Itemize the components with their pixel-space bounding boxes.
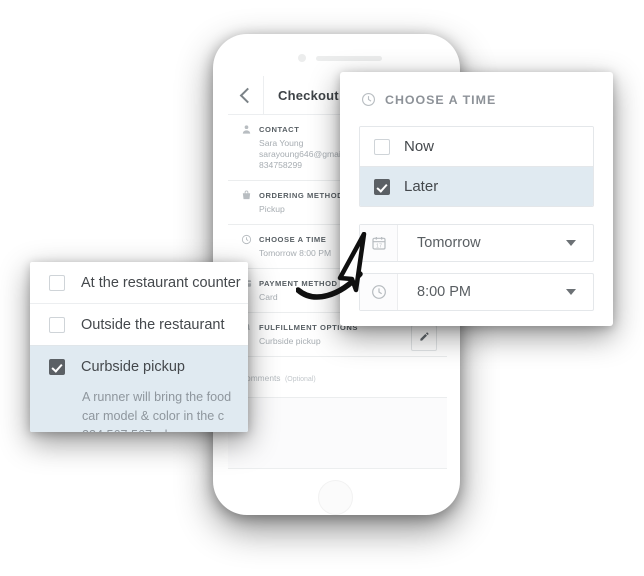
chevron-left-icon: [239, 87, 255, 103]
chevron-down-icon[interactable]: [566, 240, 576, 246]
fulfillment-option-label: Outside the restaurant: [81, 316, 225, 333]
date-select[interactable]: 17 Tomorrow: [359, 224, 594, 262]
time-selects: 17 Tomorrow 8:00 PM: [359, 224, 594, 311]
screen-filler: [228, 398, 447, 469]
time-option-label: Later: [404, 178, 439, 195]
curbside-description-line: car model & color in the c: [82, 409, 225, 423]
bag-icon: [240, 189, 253, 202]
section-payment-method-label: PAYMENT METHOD: [259, 279, 338, 288]
phone-camera: [298, 54, 306, 62]
phone-home-button[interactable]: [318, 480, 353, 515]
choose-a-time-popup: CHOOSE A TIME Now Later 17 Tomorrow 8:00…: [340, 72, 613, 326]
comments-field[interactable]: Comments (Optional): [228, 357, 447, 398]
checkbox-now[interactable]: [374, 138, 390, 155]
date-select-value: Tomorrow: [417, 235, 481, 251]
clock-icon: [360, 274, 398, 310]
phone-speaker: [316, 56, 382, 61]
fulfillment-option-counter[interactable]: At the restaurant counter: [30, 262, 248, 303]
fulfillment-option-curbside-group: Curbside pickup A runner will bring the …: [30, 345, 248, 432]
section-contact-label: CONTACT: [259, 125, 300, 134]
time-option-now[interactable]: Now: [360, 127, 593, 166]
comments-optional-label: (Optional): [284, 376, 316, 383]
section-choose-a-time-label: CHOOSE A TIME: [259, 235, 327, 244]
edit-fulfillment-button[interactable]: [411, 325, 437, 351]
clock-icon: [361, 92, 376, 107]
person-icon: [240, 123, 253, 136]
section-ordering-method-label: ORDERING METHOD: [259, 191, 344, 200]
curbside-description-line: A runner will bring the food: [82, 390, 232, 404]
checkbox-at-the-restaurant-counter[interactable]: [49, 274, 65, 291]
time-option-later[interactable]: Later: [360, 166, 593, 206]
curbside-description-line: 234 567 567 when you ar: [82, 426, 248, 432]
fulfillment-option-curbside[interactable]: Curbside pickup: [30, 345, 248, 387]
fulfillment-option-label: Curbside pickup: [81, 358, 185, 375]
back-button[interactable]: [228, 76, 264, 114]
fulfillment-option-outside[interactable]: Outside the restaurant: [30, 303, 248, 345]
fulfillment-option-label: At the restaurant counter: [81, 274, 241, 291]
calendar-icon: 17: [360, 225, 398, 261]
time-option-label: Now: [404, 138, 435, 155]
checkbox-later[interactable]: [374, 178, 390, 195]
curbside-description: A runner will bring the food car model &…: [30, 387, 248, 432]
chevron-down-icon[interactable]: [566, 289, 576, 295]
choose-a-time-title: CHOOSE A TIME: [385, 92, 497, 107]
section-fulfillment-options-body: Curbside pickup: [259, 336, 321, 346]
page-title: Checkout: [278, 87, 339, 103]
time-select[interactable]: 8:00 PM: [359, 273, 594, 311]
svg-text:17: 17: [376, 243, 382, 249]
fulfillment-options-popup: At the restaurant counter Outside the re…: [30, 262, 248, 432]
time-select-value: 8:00 PM: [417, 284, 471, 300]
choose-a-time-header: CHOOSE A TIME: [340, 72, 613, 107]
checkbox-curbside-pickup[interactable]: [49, 358, 65, 375]
pencil-icon: [419, 329, 430, 347]
clock-icon: [240, 233, 253, 246]
time-option-list: Now Later: [359, 126, 594, 207]
checkbox-outside-the-restaurant[interactable]: [49, 316, 65, 333]
